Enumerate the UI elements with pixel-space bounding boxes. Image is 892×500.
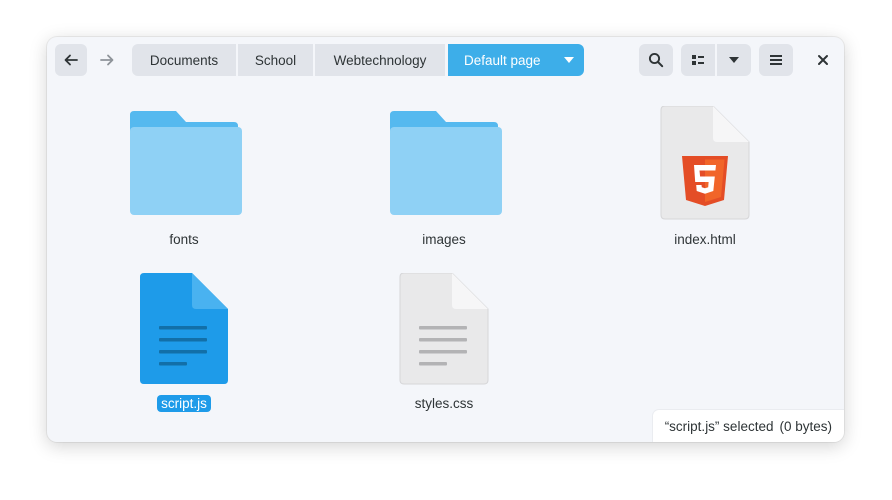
hamburger-menu-icon	[770, 55, 782, 65]
file-name: images	[422, 232, 466, 247]
view-options-button[interactable]	[717, 44, 751, 76]
breadcrumb-current-label: Default page	[464, 52, 541, 68]
file-manager-window: Documents School Webtechnology Default p…	[47, 37, 844, 442]
arrow-right-icon	[100, 54, 114, 66]
status-selection-text: “script.js” selected	[664, 418, 774, 434]
file-item[interactable]: index.html	[640, 106, 770, 248]
folder-icon	[130, 111, 242, 215]
folder-icon	[390, 111, 502, 215]
header-bar: Documents School Webtechnology Default p…	[47, 37, 844, 83]
close-button[interactable]	[807, 44, 839, 76]
file-name: index.html	[674, 232, 736, 247]
file-name: script.js	[157, 395, 211, 412]
text-file-icon	[399, 273, 489, 385]
file-item[interactable]: fonts	[119, 111, 249, 248]
text-file-icon	[140, 273, 228, 384]
breadcrumb-school[interactable]: School	[238, 44, 313, 76]
view-toggle-button[interactable]	[681, 44, 715, 76]
arrow-left-icon	[64, 54, 78, 66]
search-icon	[648, 52, 664, 68]
breadcrumb-documents[interactable]: Documents	[132, 44, 236, 76]
list-view-icon	[692, 55, 704, 65]
search-button[interactable]	[639, 44, 673, 76]
close-icon	[818, 55, 828, 65]
main-menu-button[interactable]	[759, 44, 793, 76]
file-item[interactable]: styles.css	[379, 273, 509, 412]
file-name: fonts	[169, 232, 199, 247]
breadcrumb-current[interactable]: Default page	[448, 44, 584, 76]
chevron-down-icon	[729, 57, 739, 63]
file-item-selected[interactable]: script.js	[119, 273, 249, 412]
status-size-text: (0 bytes)	[779, 418, 832, 434]
breadcrumb-webtechnology[interactable]: Webtechnology	[315, 44, 445, 76]
forward-button[interactable]	[91, 44, 123, 76]
back-button[interactable]	[55, 44, 87, 76]
chevron-down-icon[interactable]	[564, 57, 574, 63]
file-item[interactable]: images	[379, 111, 509, 248]
status-bar: “script.js” selected (0 bytes)	[652, 410, 844, 442]
html-file-icon	[660, 106, 750, 220]
file-name: styles.css	[414, 396, 474, 411]
